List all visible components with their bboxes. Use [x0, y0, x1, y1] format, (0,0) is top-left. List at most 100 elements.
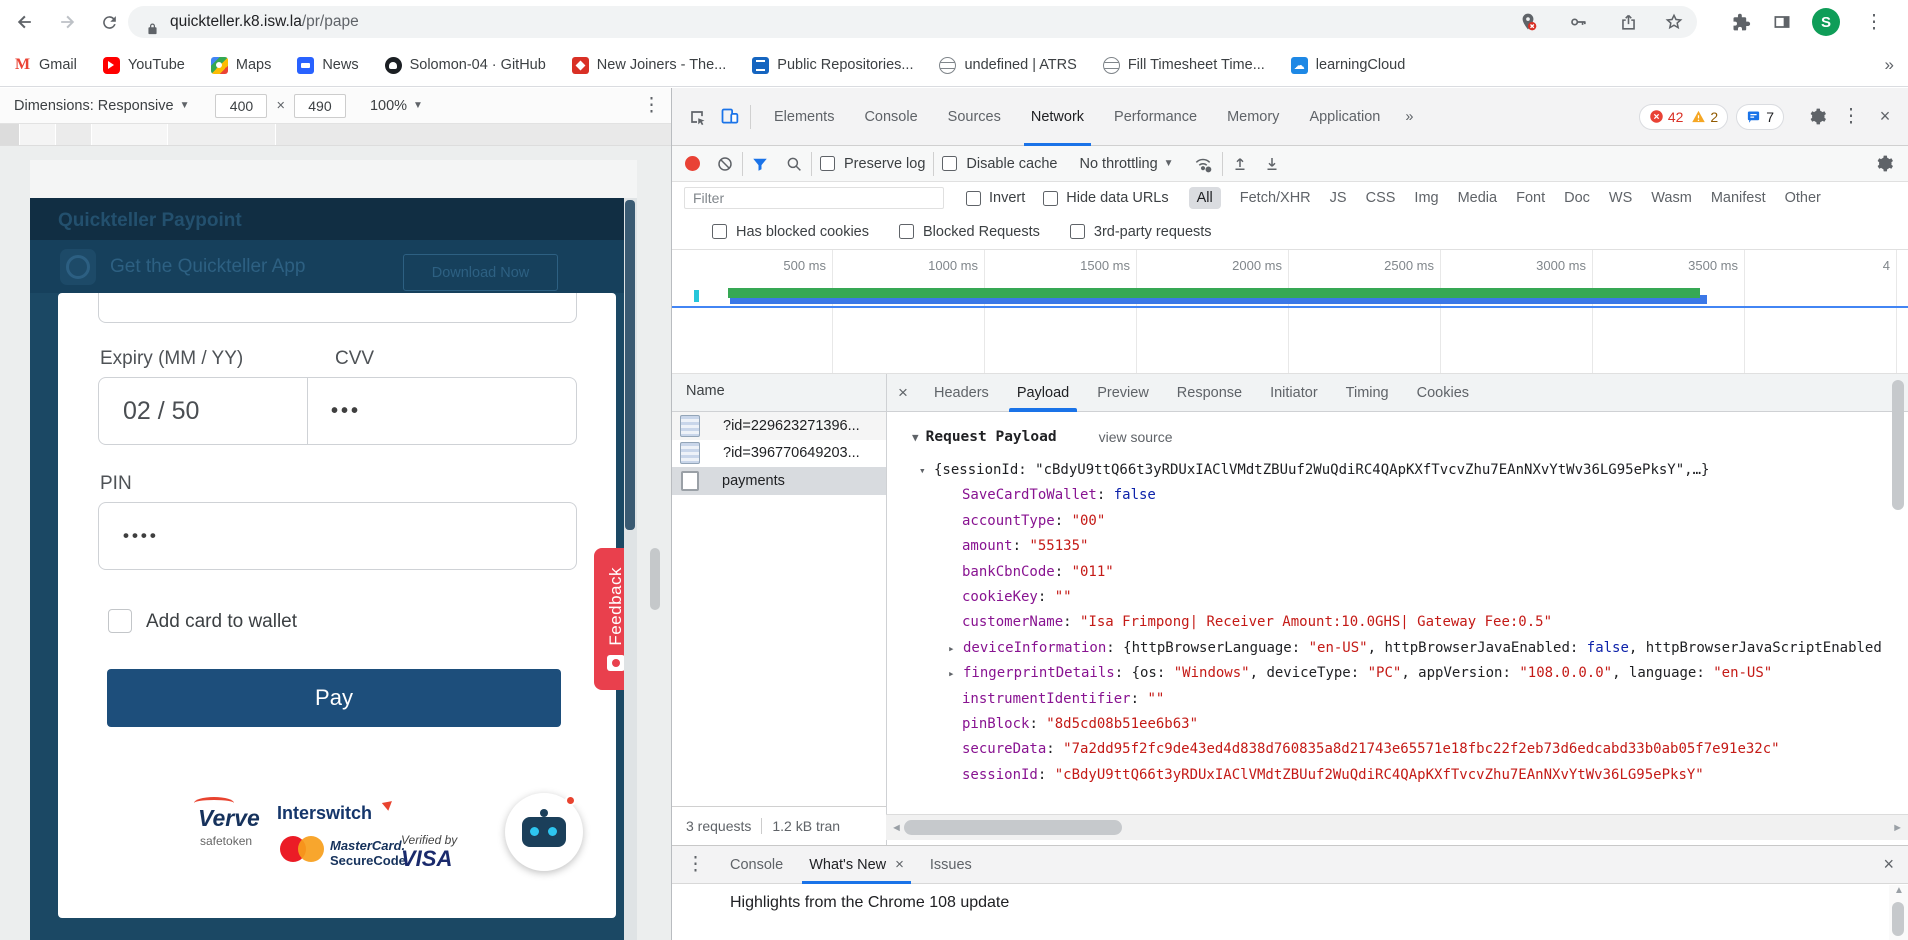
record-network-log-button[interactable]	[685, 156, 700, 171]
bookmark-item[interactable]: undefined | ATRS	[939, 57, 1076, 74]
type-filter-media[interactable]: Media	[1458, 190, 1498, 206]
browser-menu-icon[interactable]: ⋮	[1862, 10, 1886, 34]
payload-line[interactable]: pinBlock: "8d5cd08b51ee6b63"	[886, 712, 1908, 737]
drawer-tab-close-icon[interactable]: ×	[895, 856, 904, 873]
import-har-icon[interactable]	[1231, 155, 1249, 173]
network-overview-timeline[interactable]: 500 ms1000 ms1500 ms2000 ms2500 ms3000 m…	[672, 250, 1908, 306]
whats-new-headline[interactable]: Highlights from the Chrome 108 update	[730, 894, 1009, 912]
side-panel-icon[interactable]	[1770, 10, 1794, 34]
3rd-party-requests-checkbox[interactable]	[1070, 224, 1085, 239]
details-vscroll-thumb[interactable]	[1892, 380, 1904, 510]
devtools-tab-memory[interactable]: Memory	[1212, 88, 1294, 146]
expanded-triangle-icon[interactable]: ▾	[919, 458, 934, 483]
errors-warnings-badge[interactable]: 42 2	[1639, 104, 1728, 130]
dimensions-select[interactable]: Dimensions: Responsive	[14, 98, 174, 114]
name-column-header[interactable]: Name	[686, 383, 725, 399]
preserve-log-checkbox[interactable]	[820, 156, 835, 171]
type-filter-img[interactable]: Img	[1414, 190, 1438, 206]
search-icon[interactable]	[785, 155, 803, 173]
collapsed-triangle-icon[interactable]: ▸	[948, 636, 963, 661]
bookmark-item[interactable]: News	[297, 57, 358, 74]
clear-network-log-icon[interactable]	[716, 155, 734, 173]
device-toolbar-menu-icon[interactable]: ⋮	[642, 96, 661, 115]
collapsed-triangle-icon[interactable]: ▸	[948, 661, 963, 686]
payload-line[interactable]: ▸fingerprintDetails: {os: "Windows", dev…	[886, 661, 1908, 686]
type-filter-all[interactable]: All	[1189, 187, 1221, 209]
blocked-requests-checkbox[interactable]	[899, 224, 914, 239]
reload-icon[interactable]	[96, 9, 122, 35]
payload-line[interactable]: accountType: "00"	[886, 509, 1908, 534]
devtools-tab-network[interactable]: Network	[1016, 88, 1099, 146]
type-filter-css[interactable]: CSS	[1366, 190, 1396, 206]
network-filter-input[interactable]	[684, 187, 944, 209]
payload-line[interactable]: SaveCardToWallet: false	[886, 483, 1908, 508]
payload-line[interactable]: cookieKey: ""	[886, 585, 1908, 610]
device-zoom-select[interactable]: 100%	[370, 98, 407, 114]
type-filter-wasm[interactable]: Wasm	[1651, 190, 1692, 206]
password-key-icon[interactable]	[1566, 10, 1590, 34]
details-vertical-scrollbar[interactable]	[1889, 374, 1908, 814]
profile-avatar[interactable]: S	[1812, 8, 1840, 36]
download-now-button[interactable]: Download Now	[403, 254, 558, 291]
bookmark-item[interactable]: New Joiners - The...	[572, 57, 726, 74]
pin-input[interactable]: ••••	[98, 502, 577, 570]
network-settings-gear-icon[interactable]	[1875, 154, 1894, 173]
payload-line[interactable]: instrumentIdentifier: ""	[886, 687, 1908, 712]
add-card-to-wallet-checkbox[interactable]	[108, 609, 132, 633]
devtools-tab-elements[interactable]: Elements	[759, 88, 849, 146]
payload-line[interactable]: ▸deviceInformation: {httpBrowserLanguage…	[886, 636, 1908, 661]
devtools-menu-icon[interactable]: ⋮	[1838, 104, 1864, 130]
payload-line[interactable]: ▾{sessionId: "cBdyU9ttQ66t3yRDUxIAClVMdt…	[886, 458, 1908, 483]
device-width-input[interactable]	[215, 94, 267, 118]
scroll-left-arrow-icon[interactable]: ◄	[891, 822, 902, 834]
bookmark-item[interactable]: Maps	[211, 57, 271, 74]
devtools-tab-sources[interactable]: Sources	[933, 88, 1016, 146]
request-row[interactable]: payments	[672, 467, 886, 495]
request-row[interactable]: ?id=229623271396...	[672, 412, 886, 440]
page-scrollbar[interactable]	[624, 198, 637, 940]
payload-line[interactable]: sessionId: "cBdyU9ttQ66t3yRDUxIAClVMdtZB…	[886, 763, 1908, 788]
drawer-close-icon[interactable]: ×	[1883, 854, 1894, 875]
type-filter-other[interactable]: Other	[1785, 190, 1821, 206]
details-tab-payload[interactable]: Payload	[1003, 374, 1083, 412]
drawer-scroll-thumb[interactable]	[1892, 902, 1904, 936]
type-filter-js[interactable]: JS	[1330, 190, 1347, 206]
throttling-select[interactable]: No throttling	[1079, 156, 1157, 172]
page-scrollbar-thumb[interactable]	[625, 200, 635, 530]
drawer-menu-icon[interactable]: ⋮	[686, 855, 705, 874]
more-panels-chevron[interactable]: »	[1395, 88, 1423, 146]
inspect-element-icon[interactable]	[684, 104, 710, 130]
devtools-settings-gear-icon[interactable]	[1804, 104, 1830, 130]
pane-scrollbar-thumb[interactable]	[650, 548, 660, 610]
payload-line[interactable]: bankCbnCode: "011"	[886, 560, 1908, 585]
devtools-tab-performance[interactable]: Performance	[1099, 88, 1212, 146]
device-height-input[interactable]	[294, 94, 346, 118]
payload-line[interactable]: amount: "55135"	[886, 534, 1908, 559]
bookmark-item[interactable]: Public Repositories...	[752, 57, 913, 74]
chatbot-button[interactable]	[505, 793, 583, 871]
forward-icon[interactable]	[54, 9, 80, 35]
cvv-input[interactable]: •••	[308, 378, 576, 444]
details-tab-initiator[interactable]: Initiator	[1256, 374, 1332, 412]
bookmarks-overflow-chevron[interactable]: »	[1885, 55, 1894, 75]
devtools-tab-console[interactable]: Console	[849, 88, 932, 146]
details-tab-cookies[interactable]: Cookies	[1403, 374, 1483, 412]
location-blocked-icon[interactable]	[1516, 10, 1540, 34]
card-number-field-cut[interactable]	[98, 293, 577, 323]
address-bar[interactable]: quickteller.k8.isw.la/pr/pape	[128, 6, 1697, 38]
close-details-icon[interactable]: ×	[886, 374, 920, 412]
share-icon[interactable]	[1616, 10, 1640, 34]
devtools-tab-application[interactable]: Application	[1294, 88, 1395, 146]
devtools-close-icon[interactable]: ×	[1872, 104, 1898, 130]
details-horizontal-scrollbar[interactable]: ◄ ►	[886, 814, 1908, 840]
expiry-input[interactable]: 02 / 50	[99, 378, 308, 444]
bookmark-item[interactable]: YouTube	[103, 57, 185, 74]
details-tab-response[interactable]: Response	[1163, 374, 1256, 412]
type-filter-fetchxhr[interactable]: Fetch/XHR	[1240, 190, 1311, 206]
details-hscroll-thumb[interactable]	[904, 820, 1122, 835]
bookmark-item[interactable]: Solomon-04 · GitHub	[385, 57, 546, 74]
collapse-triangle-icon[interactable]: ▼	[912, 431, 919, 444]
has-blocked-cookies-checkbox[interactable]	[712, 224, 727, 239]
details-tab-preview[interactable]: Preview	[1083, 374, 1163, 412]
bookmark-item[interactable]: ☁learningCloud	[1291, 57, 1405, 74]
